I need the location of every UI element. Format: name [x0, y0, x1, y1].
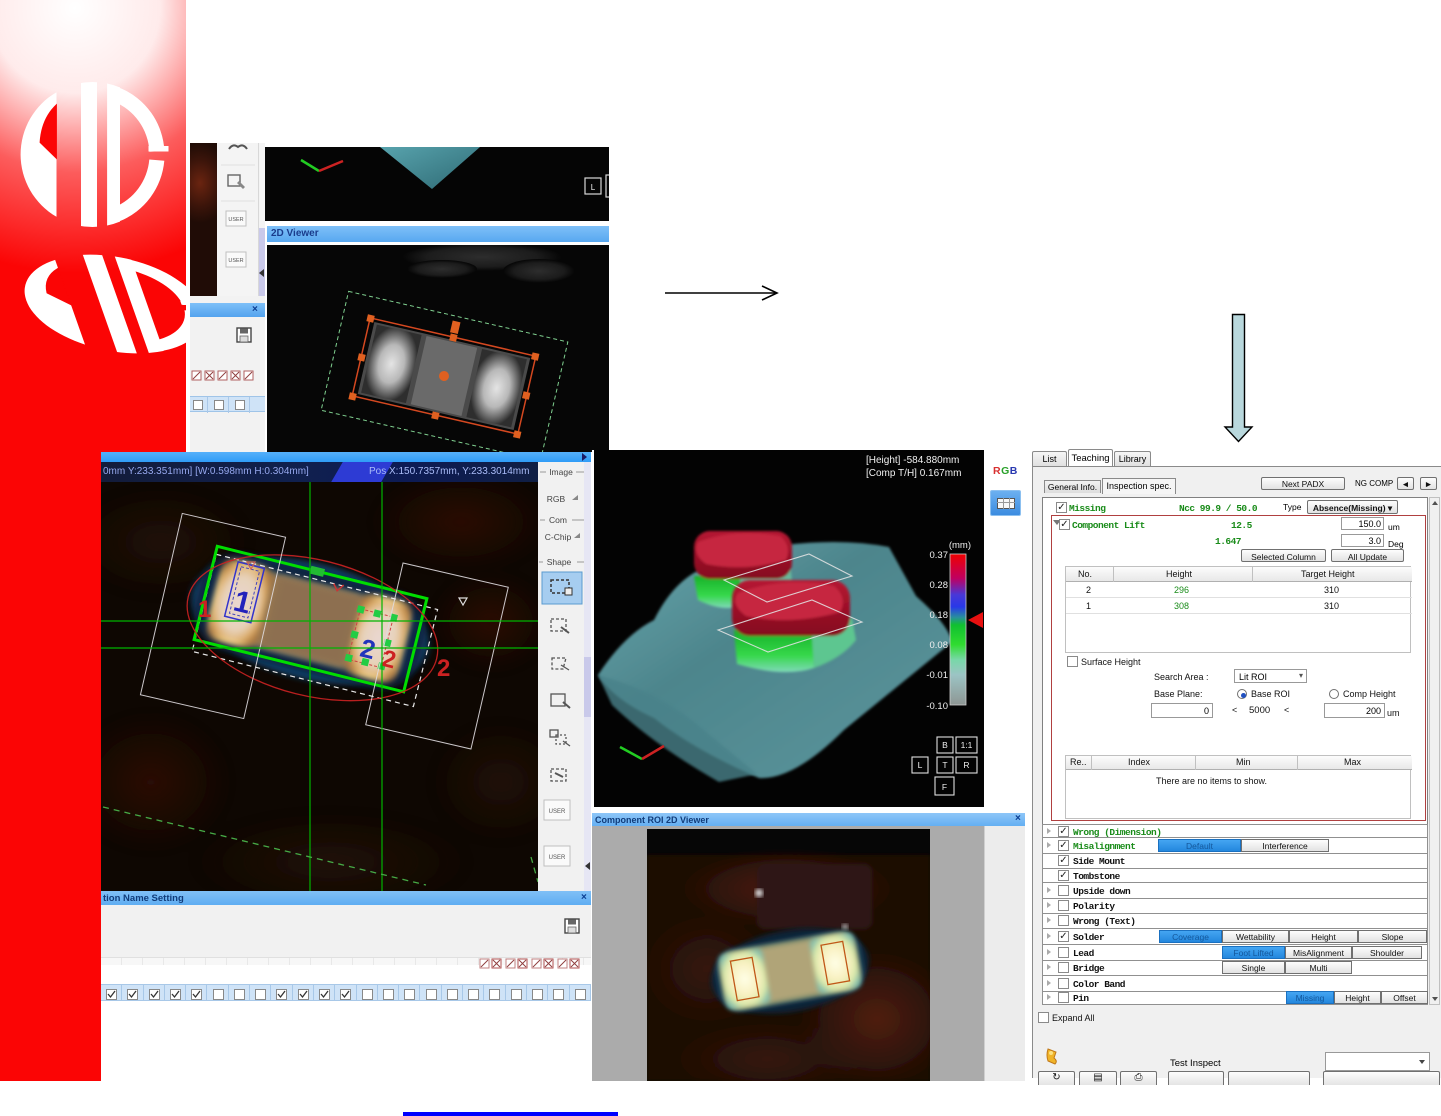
- svg-text:USER: USER: [228, 217, 243, 223]
- svg-text:-0.01: -0.01: [926, 670, 948, 681]
- svg-text:Shape: Shape: [547, 557, 572, 567]
- svg-text:(mm): (mm): [949, 540, 971, 551]
- svg-text:T: T: [942, 760, 947, 770]
- svg-text:USER: USER: [549, 855, 566, 861]
- svg-text:-0.10: -0.10: [926, 701, 948, 712]
- svg-text:1: 1: [198, 596, 211, 623]
- svg-text:L: L: [591, 183, 596, 192]
- svg-text:0.28: 0.28: [930, 580, 949, 591]
- svg-text:0.08: 0.08: [930, 640, 949, 651]
- svg-text:Image: Image: [549, 467, 573, 477]
- svg-text:[Height] -584.880mm: [Height] -584.880mm: [866, 455, 959, 466]
- svg-text:R: R: [963, 760, 969, 770]
- svg-text:Com: Com: [549, 515, 567, 525]
- svg-text:1:1: 1:1: [961, 740, 973, 750]
- svg-text:USER: USER: [228, 258, 243, 264]
- svg-text:USER: USER: [549, 809, 566, 815]
- svg-text:C-Chip: C-Chip: [545, 532, 572, 542]
- svg-text:0.37: 0.37: [930, 550, 949, 561]
- svg-text:L: L: [918, 760, 923, 770]
- svg-text:B: B: [942, 740, 948, 750]
- svg-text:2: 2: [437, 655, 450, 682]
- svg-text:[Comp T/H] 0.167mm: [Comp T/H] 0.167mm: [866, 468, 961, 479]
- svg-text:0.18: 0.18: [930, 610, 949, 621]
- svg-text:F: F: [942, 782, 947, 792]
- svg-text:RGB: RGB: [547, 494, 566, 504]
